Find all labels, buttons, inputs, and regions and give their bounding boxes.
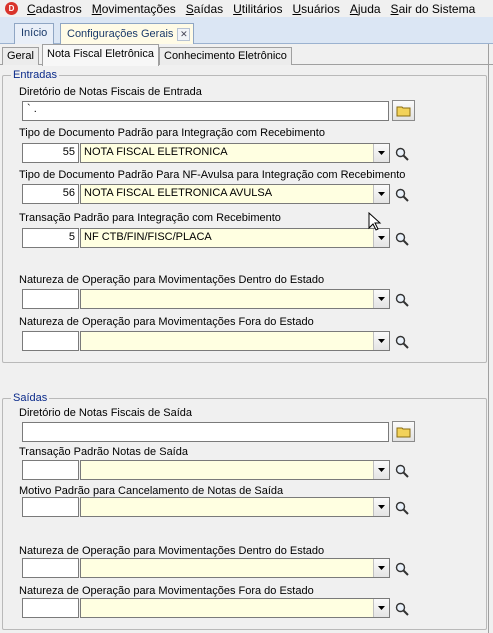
saidas-nat-dentro-label: Natureza de Operação para Movimentações … (19, 545, 325, 557)
folder-icon (396, 427, 410, 437)
menu-ajuda[interactable]: Ajuda (345, 2, 386, 16)
menu-bar: D Cadastros Movimentações Saídas Utilitá… (0, 0, 493, 17)
magnifier-icon[interactable] (393, 600, 411, 618)
entradas-nat-dentro-label: Natureza de Operação para Movimentações … (19, 274, 325, 286)
chevron-down-icon[interactable] (373, 461, 389, 479)
saidas-transacao-code-input[interactable] (22, 460, 79, 480)
document-tab-bar: Início Configurações Gerais ✕ (0, 17, 493, 44)
tab-configuracoes-gerais-label: Configurações Gerais (67, 28, 174, 40)
magnifier-icon[interactable] (393, 462, 411, 480)
motivo-select[interactable] (80, 497, 390, 517)
app-logo-icon[interactable]: D (5, 2, 18, 15)
tipo-doc-select[interactable]: NOTA FISCAL ELETRONICA (80, 143, 390, 163)
saidas-folder-button[interactable] (392, 421, 415, 442)
chevron-down-icon[interactable] (373, 185, 389, 203)
tipo-doc-avulsa-value: NOTA FISCAL ELETRONICA AVULSA (84, 187, 273, 199)
magnifier-icon[interactable] (393, 145, 411, 163)
saidas-transacao-select[interactable] (80, 460, 390, 480)
tab-nota-fiscal-eletronica[interactable]: Nota Fiscal Eletrônica (42, 44, 159, 66)
tipo-doc-avulsa-select[interactable]: NOTA FISCAL ELETRONICA AVULSA (80, 184, 390, 204)
tipo-doc-avulsa-code-input[interactable]: 56 (22, 184, 79, 204)
tab-conhecimento-eletronico[interactable]: Conhecimento Eletrônico (159, 47, 292, 65)
entradas-legend: Entradas (11, 69, 60, 81)
divider (488, 44, 489, 633)
magnifier-icon[interactable] (393, 560, 411, 578)
transacao-label: Transação Padrão para Integração com Rec… (19, 212, 281, 224)
chevron-down-icon[interactable] (373, 144, 389, 162)
tab-geral[interactable]: Geral (2, 47, 39, 65)
menu-movimentacoes[interactable]: Movimentações (87, 2, 181, 16)
magnifier-icon[interactable] (393, 333, 411, 351)
motivo-label: Motivo Padrão para Cancelamento de Notas… (19, 485, 284, 497)
chevron-down-icon[interactable] (373, 599, 389, 617)
tipo-doc-avulsa-label: Tipo de Documento Padrão Para NF-Avulsa … (19, 169, 406, 181)
transacao-select[interactable]: NF CTB/FIN/FISC/PLACA (80, 228, 390, 248)
entradas-nat-dentro-code-input[interactable] (22, 289, 79, 309)
chevron-down-icon[interactable] (373, 498, 389, 516)
folder-icon (396, 106, 410, 116)
chevron-down-icon[interactable] (373, 290, 389, 308)
chevron-down-icon[interactable] (373, 559, 389, 577)
magnifier-icon[interactable] (393, 499, 411, 517)
menu-cadastros[interactable]: Cadastros (22, 2, 87, 16)
saidas-transacao-label: Transação Padrão Notas de Saída (19, 446, 188, 458)
magnifier-icon[interactable] (393, 230, 411, 248)
transacao-value: NF CTB/FIN/FISC/PLACA (84, 231, 212, 243)
saidas-dir-label: Diretório de Notas Fiscais de Saída (19, 407, 193, 419)
entradas-nat-fora-label: Natureza de Operação para Movimentações … (19, 316, 314, 328)
tipo-doc-code-input[interactable]: 55 (22, 143, 79, 163)
entradas-dir-input[interactable]: ` . (22, 101, 389, 121)
menu-sair[interactable]: Sair do Sistema (386, 2, 481, 16)
saidas-nat-fora-label: Natureza de Operação para Movimentações … (19, 585, 314, 597)
saidas-dir-input[interactable] (22, 422, 389, 442)
chevron-down-icon[interactable] (373, 332, 389, 350)
saidas-nat-fora-select[interactable] (80, 598, 390, 618)
tab-inicio[interactable]: Início (14, 23, 55, 44)
transacao-code-input[interactable]: 5 (22, 228, 79, 248)
magnifier-icon[interactable] (393, 186, 411, 204)
tipo-doc-value: NOTA FISCAL ELETRONICA (84, 146, 228, 158)
saidas-group: Saídas Diretório de Notas Fiscais de Saí… (2, 392, 487, 630)
motivo-code-input[interactable] (22, 497, 79, 517)
magnifier-icon[interactable] (393, 291, 411, 309)
mouse-cursor-icon (368, 212, 382, 231)
close-icon[interactable]: ✕ (177, 27, 191, 41)
saidas-legend: Saídas (11, 392, 50, 404)
tab-configuracoes-gerais[interactable]: Configurações Gerais ✕ (60, 23, 195, 44)
menu-utilitarios[interactable]: Utilitários (228, 2, 287, 16)
entradas-dir-label: Diretório de Notas Fiscais de Entrada (19, 86, 202, 98)
entradas-nat-fora-select[interactable] (80, 331, 390, 351)
entradas-folder-button[interactable] (392, 100, 415, 121)
entradas-nat-fora-code-input[interactable] (22, 331, 79, 351)
tipo-doc-label: Tipo de Documento Padrão para Integração… (19, 127, 325, 139)
entradas-group: Entradas Diretório de Notas Fiscais de E… (2, 69, 487, 363)
saidas-nat-fora-code-input[interactable] (22, 598, 79, 618)
entradas-nat-dentro-select[interactable] (80, 289, 390, 309)
saidas-nat-dentro-code-input[interactable] (22, 558, 79, 578)
settings-tab-bar: Geral Nota Fiscal Eletrônica Conheciment… (0, 44, 493, 66)
menu-saidas[interactable]: Saídas (181, 2, 228, 16)
menu-usuarios[interactable]: Usuários (287, 2, 344, 16)
saidas-nat-dentro-select[interactable] (80, 558, 390, 578)
